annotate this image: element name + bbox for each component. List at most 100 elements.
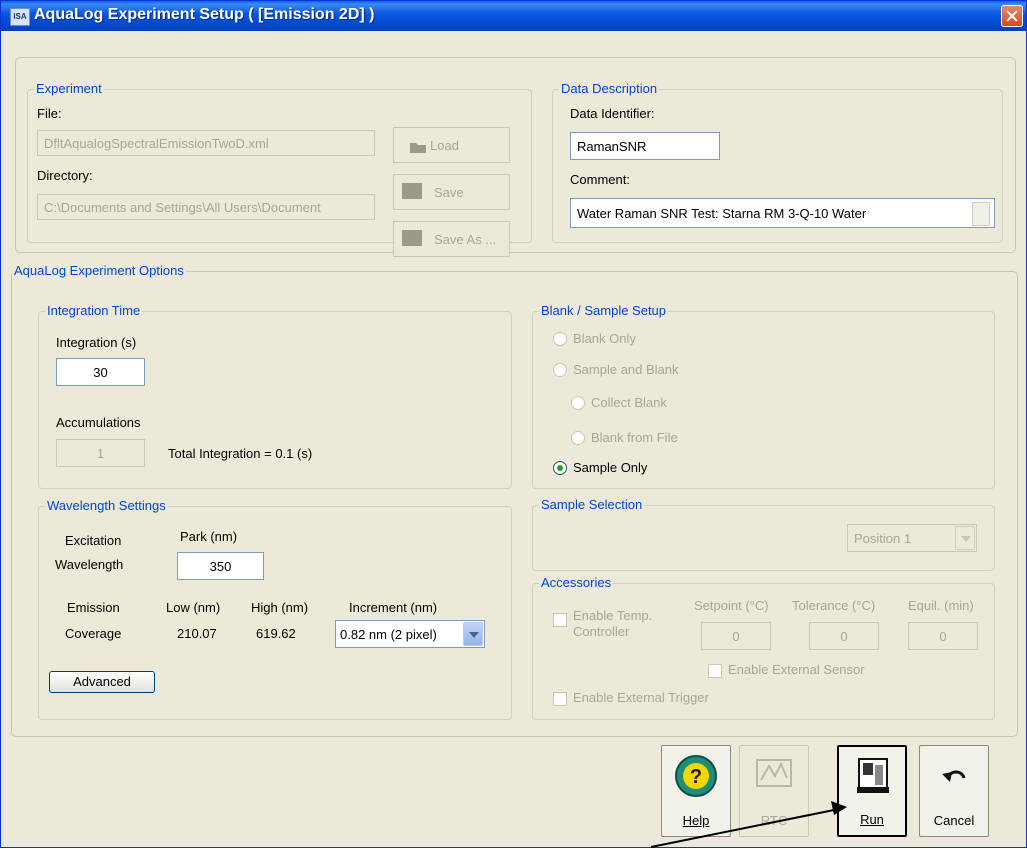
enable-temp-label: Enable Temp. — [573, 608, 653, 623]
experiment-setup-dialog: ISA AquaLog Experiment Setup ( [Emission… — [0, 0, 1027, 848]
setpoint-input[interactable]: 0 — [701, 622, 771, 650]
svg-text:?: ? — [690, 766, 702, 788]
save-as-icon — [402, 230, 422, 246]
increment-select[interactable]: 0.82 nm (2 pixel) — [335, 620, 485, 648]
close-button[interactable] — [1001, 5, 1023, 27]
save-label: Save — [434, 185, 464, 200]
park-label: Park (nm) — [180, 529, 238, 544]
external-trigger-label: Enable External Trigger — [573, 690, 709, 705]
wavelength-label: Wavelength — [55, 557, 124, 572]
cancel-button[interactable]: Cancel — [919, 745, 989, 837]
position-select[interactable]: Position 1 — [847, 524, 977, 552]
low-value: 210.07 — [177, 626, 217, 641]
external-sensor-checkbox[interactable] — [708, 664, 722, 678]
coverage-label: Coverage — [65, 626, 122, 641]
app-icon: ISA — [10, 8, 30, 26]
chevron-down-icon[interactable] — [463, 622, 483, 646]
advanced-button[interactable]: Advanced — [49, 671, 155, 693]
data-identifier-label: Data Identifier: — [570, 106, 655, 121]
save-as-label: Save As ... — [434, 232, 497, 247]
increment-label: Increment (nm) — [349, 600, 438, 615]
blank-sample-legend: Blank / Sample Setup — [539, 303, 669, 318]
comment-label: Comment: — [570, 172, 630, 187]
blank-from-file-radio[interactable] — [571, 431, 585, 445]
collect-blank-radio[interactable] — [571, 396, 585, 410]
accumulations-label: Accumulations — [56, 415, 141, 430]
comment-spinner[interactable] — [972, 202, 990, 226]
directory-field[interactable]: C:\Documents and Settings\All Users\Docu… — [37, 194, 375, 220]
external-trigger-checkbox[interactable] — [553, 692, 567, 706]
enable-temp-checkbox[interactable] — [553, 613, 567, 627]
equil-input[interactable]: 0 — [908, 622, 978, 650]
data-description-legend: Data Description — [559, 81, 660, 96]
experiment-frame: Experiment File: DfltAqualogSpectralEmis… — [27, 81, 532, 257]
sample-and-blank-radio[interactable] — [553, 363, 567, 377]
data-description-frame: Data Description Data Identifier: RamanS… — [552, 81, 1003, 243]
accessories-legend: Accessories — [539, 575, 614, 590]
tolerance-input[interactable]: 0 — [809, 622, 879, 650]
total-integration-label: Total Integration = 0.1 (s) — [168, 446, 313, 461]
comment-input[interactable]: Water Raman SNR Test: Starna RM 3-Q-10 W… — [570, 198, 995, 228]
run-icon — [857, 758, 889, 793]
integration-frame: Integration Time Integration (s) 30 Accu… — [38, 303, 512, 489]
save-as-button[interactable]: Save As ... — [393, 221, 510, 257]
equil-label: Equil. (min) — [908, 598, 974, 613]
help-button[interactable]: ? Help — [661, 745, 731, 837]
excitation-label: Excitation — [65, 533, 122, 548]
high-value: 619.62 — [256, 626, 296, 641]
integration-legend: Integration Time — [45, 303, 143, 318]
help-label: Help — [682, 813, 710, 828]
cancel-label: Cancel — [933, 813, 975, 828]
blank-only-label: Blank Only — [573, 331, 636, 346]
sample-selection-frame: Sample Selection Position 1 — [532, 497, 995, 571]
rtc-label: RTC — [760, 813, 788, 828]
position-value: Position 1 — [854, 531, 912, 546]
top-panel: Experiment File: DfltAqualogSpectralEmis… — [15, 57, 1016, 257]
load-button[interactable]: Load — [393, 127, 510, 163]
accumulations-input[interactable]: 1 — [56, 439, 145, 467]
blank-from-file-label: Blank from File — [591, 430, 678, 445]
sample-and-blank-label: Sample and Blank — [573, 362, 679, 377]
load-label: Load — [430, 138, 459, 153]
experiment-legend: Experiment — [34, 81, 104, 96]
title-bar: ISA AquaLog Experiment Setup ( [Emission… — [1, 1, 1026, 31]
file-label: File: — [37, 106, 62, 121]
undo-icon — [942, 770, 966, 782]
increment-value: 0.82 nm (2 pixel) — [340, 627, 437, 642]
sample-only-label: Sample Only — [573, 460, 648, 475]
save-button[interactable]: Save — [393, 174, 510, 210]
emission-label: Emission — [67, 600, 120, 615]
rtc-button[interactable]: RTC — [739, 745, 809, 837]
park-input[interactable]: 350 — [177, 552, 264, 580]
collect-blank-label: Collect Blank — [591, 395, 667, 410]
high-label: High (nm) — [251, 600, 309, 615]
chevron-down-icon[interactable] — [955, 526, 975, 550]
controller-label: Controller — [573, 624, 630, 639]
directory-label: Directory: — [37, 168, 93, 183]
blank-only-radio[interactable] — [553, 332, 567, 346]
options-panel: AquaLog Experiment Options Integration T… — [11, 263, 1018, 737]
window-title: AquaLog Experiment Setup ( [Emission 2D]… — [34, 6, 375, 23]
data-identifier-input[interactable]: RamanSNR — [570, 132, 720, 160]
wavelength-legend: Wavelength Settings — [45, 498, 168, 513]
setpoint-label: Setpoint (°C) — [694, 598, 769, 613]
tolerance-label: Tolerance (°C) — [792, 598, 876, 613]
help-icon: ? — [675, 755, 717, 797]
sample-only-radio[interactable] — [553, 461, 567, 475]
integration-label: Integration (s) — [56, 335, 137, 350]
run-button[interactable]: Run — [837, 745, 907, 837]
folder-icon — [410, 143, 426, 153]
low-label: Low (nm) — [166, 600, 221, 615]
run-label: Run — [860, 812, 884, 827]
comment-text: Water Raman SNR Test: Starna RM 3-Q-10 W… — [577, 206, 867, 221]
options-legend: AquaLog Experiment Options — [12, 263, 186, 278]
sample-selection-legend: Sample Selection — [539, 497, 645, 512]
wavelength-frame: Wavelength Settings Excitation Park (nm)… — [38, 498, 512, 720]
integration-input[interactable]: 30 — [56, 358, 145, 386]
rtc-icon — [756, 759, 792, 787]
file-field[interactable]: DfltAqualogSpectralEmissionTwoD.xml — [37, 130, 375, 156]
save-icon — [402, 183, 422, 199]
external-sensor-label: Enable External Sensor — [728, 662, 865, 677]
blank-sample-frame: Blank / Sample Setup Blank Only Sample a… — [532, 303, 995, 489]
accessories-frame: Accessories Enable Temp. Controller Setp… — [532, 575, 995, 720]
